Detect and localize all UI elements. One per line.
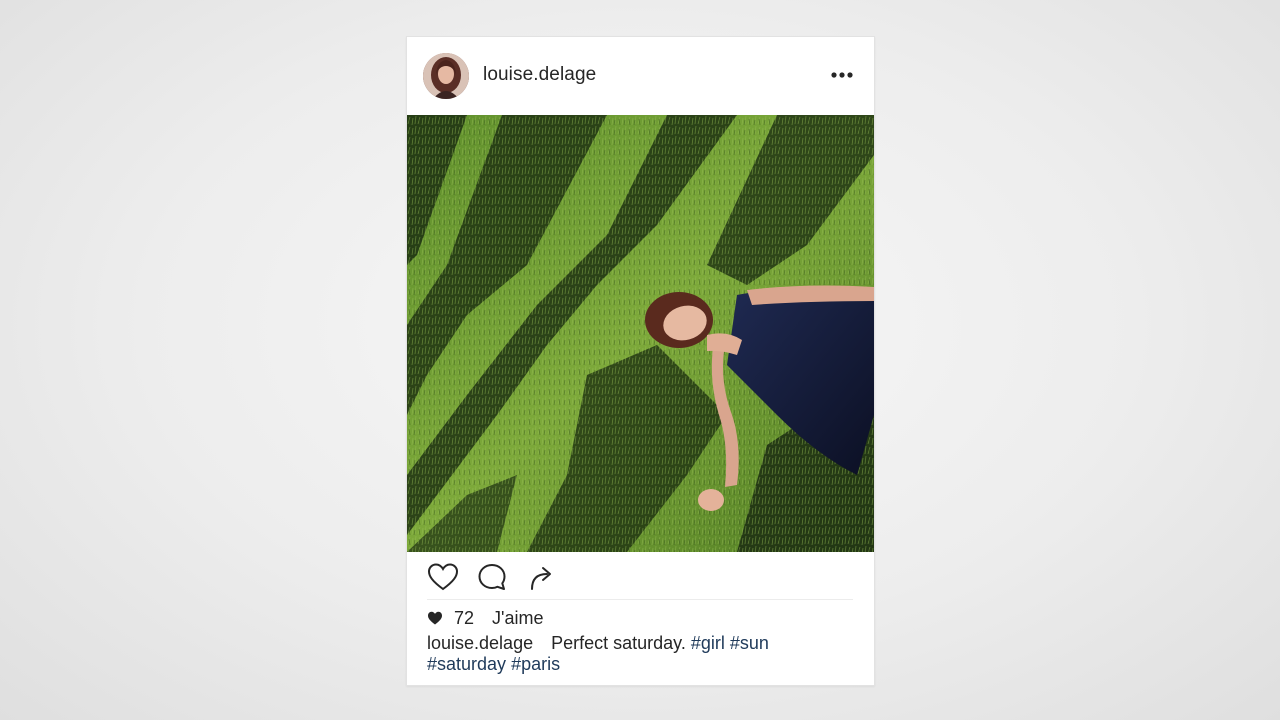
post-photo[interactable] [407,115,874,552]
divider [427,599,853,600]
hashtag-link[interactable]: #girl [691,633,725,653]
more-options-button[interactable] [828,65,856,85]
share-arrow-icon [531,567,551,590]
likes-row[interactable]: 72 J'aime [427,607,543,629]
hashtag-link[interactable]: #saturday [427,654,506,674]
post-actions [407,552,874,600]
share-button[interactable] [524,560,558,594]
likes-label: J'aime [492,607,544,628]
post-card: louise.delage 72 J'aime louise.delage Pe… [406,36,875,686]
heart-outline-icon [427,563,459,591]
likes-count: 72 [454,607,475,628]
post-username[interactable]: louise.delage [483,64,596,86]
heart-filled-icon [427,610,443,626]
avatar[interactable] [423,53,469,99]
caption-username[interactable]: louise.delage [427,633,533,653]
post-header: louise.delage [407,37,874,114]
speech-bubble-icon [478,564,506,590]
hashtag-link[interactable]: #sun [730,633,769,653]
caption: louise.delage Perfect saturday. #girl #su… [427,633,847,675]
ellipsis-icon [831,72,853,78]
caption-text: Perfect saturday. [551,633,686,653]
like-button[interactable] [426,560,460,594]
comment-button[interactable] [475,560,509,594]
hashtag-link[interactable]: #paris [511,654,560,674]
